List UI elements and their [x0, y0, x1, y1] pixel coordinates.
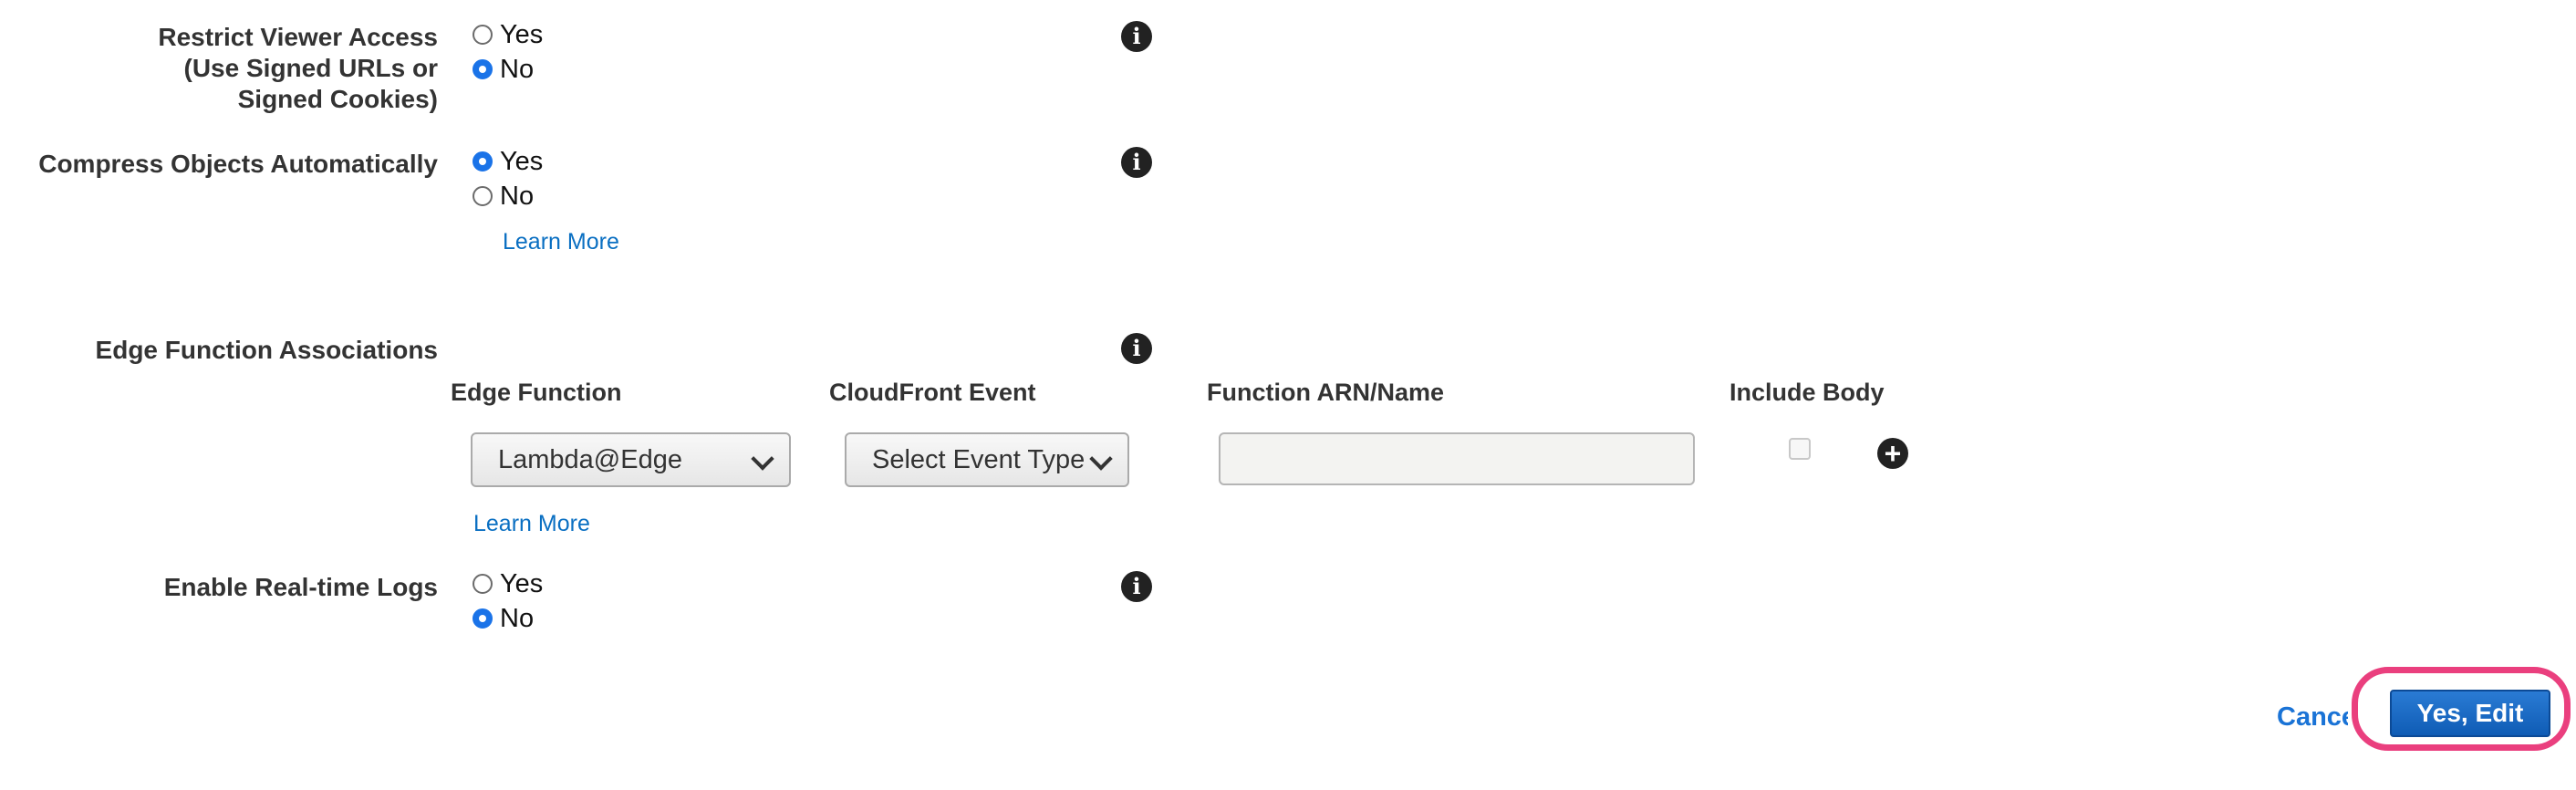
compress-no-radio[interactable]: [473, 186, 493, 206]
column-header-function-arn: Function ARN/Name: [1207, 379, 1445, 406]
restrict-viewer-label-line-2: (Use Signed URLs or: [183, 54, 438, 82]
realtime-logs-no-option[interactable]: No: [473, 602, 534, 635]
chevron-down-icon: [751, 447, 774, 471]
column-header-cloudfront-event: CloudFront Event: [829, 379, 1036, 406]
restrict-viewer-yes-radio[interactable]: [473, 25, 493, 45]
compress-yes-radio[interactable]: [473, 151, 493, 172]
enable-realtime-logs-label: Enable Real-time Logs: [163, 573, 438, 601]
column-header-edge-function: Edge Function: [451, 379, 622, 406]
info-icon[interactable]: i: [1121, 21, 1152, 52]
restrict-viewer-no-radio[interactable]: [473, 59, 493, 79]
restrict-viewer-access-label: Restrict Viewer Access (Use Signed URLs …: [158, 22, 438, 115]
compress-objects-label: Compress Objects Automatically: [38, 150, 438, 178]
restrict-viewer-no-option[interactable]: No: [473, 53, 534, 86]
realtime-logs-yes-radio[interactable]: [473, 574, 493, 594]
cloudfront-event-select[interactable]: Select Event Type: [845, 432, 1129, 487]
realtime-logs-no-label: No: [500, 603, 535, 633]
edge-function-select[interactable]: Lambda@Edge: [471, 432, 791, 487]
column-header-include-body: Include Body: [1729, 379, 1885, 406]
realtime-logs-yes-option[interactable]: Yes: [473, 567, 543, 600]
function-arn-input[interactable]: [1219, 432, 1695, 485]
realtime-logs-no-radio[interactable]: [473, 608, 493, 629]
restrict-viewer-label-line-3: Signed Cookies): [237, 85, 438, 113]
compress-no-option[interactable]: No: [473, 180, 534, 213]
edge-function-associations-label: Edge Function Associations: [95, 336, 438, 364]
info-icon[interactable]: i: [1121, 147, 1152, 178]
restrict-viewer-label-line-1: Restrict Viewer Access: [158, 23, 438, 51]
compress-yes-label: Yes: [500, 146, 544, 176]
compress-learn-more-link[interactable]: Learn More: [503, 229, 619, 255]
chevron-down-icon: [1089, 447, 1113, 471]
edge-function-learn-more-link[interactable]: Learn More: [473, 511, 590, 537]
cloudfront-event-select-value: Select Event Type: [872, 444, 1085, 474]
plus-circle-icon[interactable]: +: [1877, 438, 1908, 469]
include-body-checkbox[interactable]: [1789, 438, 1811, 460]
realtime-logs-yes-label: Yes: [500, 568, 544, 598]
restrict-viewer-no-label: No: [500, 54, 535, 84]
compress-no-label: No: [500, 181, 535, 211]
yes-edit-button[interactable]: Yes, Edit: [2390, 690, 2550, 737]
edge-function-select-value: Lambda@Edge: [498, 444, 682, 474]
restrict-viewer-yes-label: Yes: [500, 19, 544, 49]
cancel-link[interactable]: Cancel: [2277, 702, 2348, 733]
info-icon[interactable]: i: [1121, 571, 1152, 602]
compress-yes-option[interactable]: Yes: [473, 145, 543, 178]
info-icon[interactable]: i: [1121, 333, 1152, 364]
restrict-viewer-yes-option[interactable]: Yes: [473, 18, 543, 51]
